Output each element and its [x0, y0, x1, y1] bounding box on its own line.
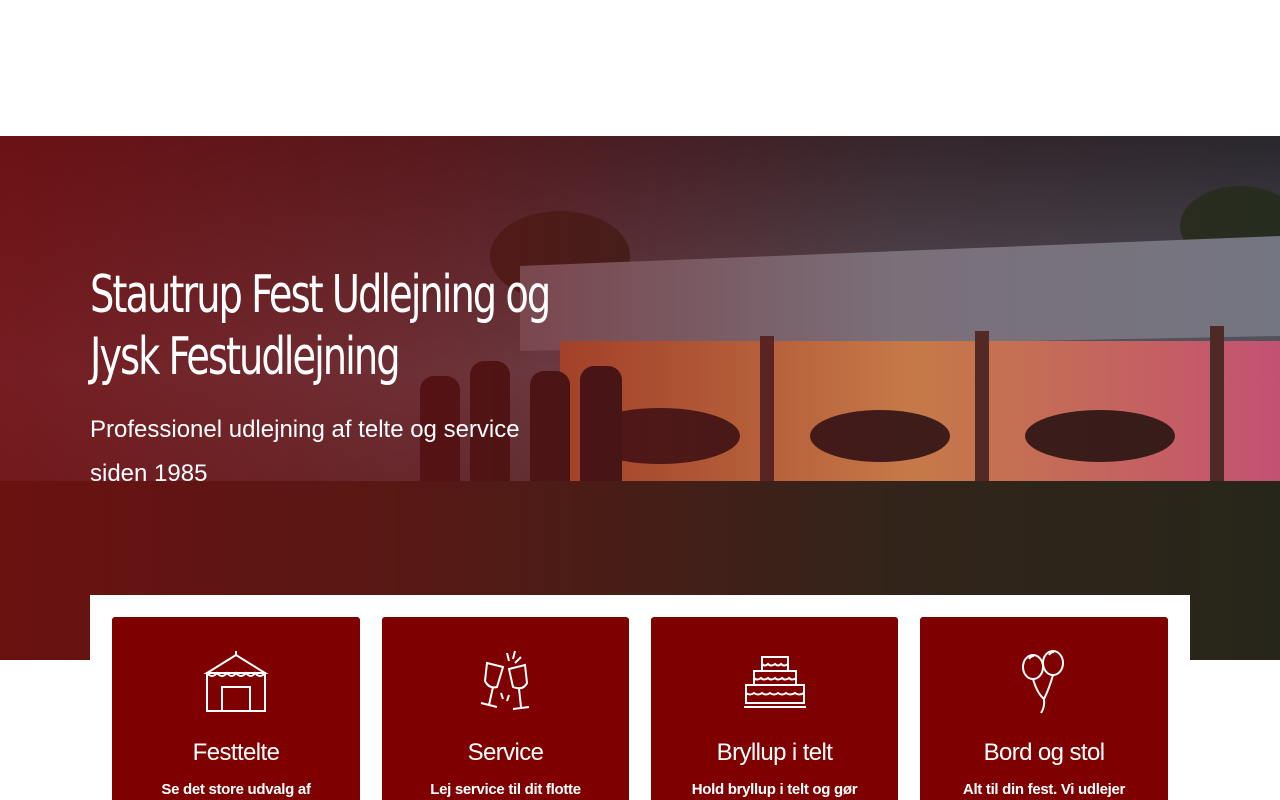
card-text: Se det store udvalg af: [161, 781, 311, 798]
hero-banner: Stautrup Fest Udlejning og Jysk Festudle…: [0, 136, 1280, 660]
card-title: Service: [467, 739, 544, 766]
hero-subtitle-line-2: siden 1985: [90, 460, 208, 487]
hero-color-overlay: [0, 136, 1280, 660]
card-service[interactable]: Service Lej service til dit flotte: [382, 617, 629, 800]
card-festtelte[interactable]: Festtelte Se det store udvalg af: [112, 617, 360, 800]
hero-title-line-1: Stautrup Fest Udlejning og: [90, 265, 551, 325]
hero-title: Stautrup Fest Udlejning og Jysk Festudle…: [90, 264, 551, 388]
card-title: Bord og stol: [983, 739, 1105, 766]
champagne-glasses-icon: [480, 650, 529, 710]
hero-title-line-2: Jysk Festudlejning: [90, 327, 401, 387]
balloons-icon: [1022, 650, 1064, 714]
card-text: Lej service til dit flotte: [430, 781, 581, 798]
wedding-cake-icon: [743, 656, 806, 708]
card-title: Festtelte: [192, 739, 280, 766]
card-text: Alt til din fest. Vi udlejer: [962, 781, 1126, 798]
hero-subtitle-line-1: Professionel udlejning af telte og servi…: [90, 416, 520, 443]
card-title: Bryllup i telt: [716, 739, 833, 766]
tent-icon: [203, 651, 269, 712]
site-header: [0, 0, 1280, 136]
hero-subtitle: Professionel udlejning af telte og servi…: [90, 408, 610, 496]
card-bryllup-i-telt[interactable]: Bryllup i telt Hold bryllup i telt og gø…: [651, 617, 898, 800]
card-text: Hold bryllup i telt og gør: [691, 781, 858, 798]
card-bord-og-stol[interactable]: Bord og stol Alt til din fest. Vi udleje…: [920, 617, 1168, 800]
